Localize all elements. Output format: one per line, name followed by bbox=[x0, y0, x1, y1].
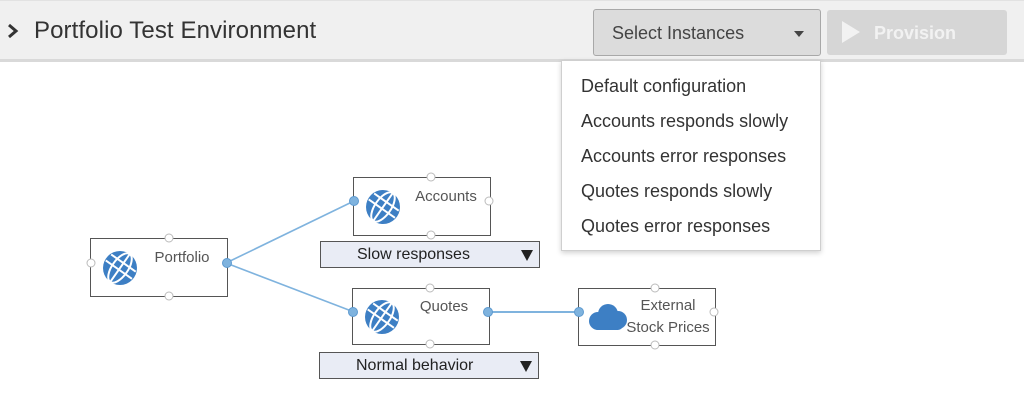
quotes-behavior-value: Normal behavior bbox=[356, 357, 474, 374]
quotes-behavior-select[interactable]: Normal behavior bbox=[319, 352, 539, 379]
instances-menu: Default configuration Accounts responds … bbox=[561, 60, 821, 251]
select-instances-label: Select Instances bbox=[612, 23, 745, 43]
node-external-stock-prices[interactable]: External Stock Prices bbox=[578, 288, 716, 346]
accounts-behavior-select[interactable]: Slow responses bbox=[320, 241, 540, 268]
globe-icon bbox=[365, 300, 399, 334]
select-instances-dropdown[interactable]: Select Instances bbox=[593, 9, 821, 56]
node-label: External Stock Prices bbox=[626, 297, 710, 336]
menu-item-accounts-error[interactable]: Accounts error responses bbox=[581, 146, 786, 167]
accounts-behavior-value: Slow responses bbox=[357, 246, 470, 263]
triangle-down-icon bbox=[520, 361, 532, 372]
triangle-down-icon bbox=[521, 250, 533, 261]
node-quotes[interactable]: Quotes bbox=[352, 288, 490, 345]
node-accounts[interactable]: Accounts bbox=[353, 177, 491, 236]
menu-item-default-configuration[interactable]: Default configuration bbox=[581, 76, 746, 97]
node-label: Accounts bbox=[415, 188, 477, 205]
provision-label: Provision bbox=[874, 23, 957, 43]
provision-button[interactable]: Provision bbox=[827, 10, 1007, 55]
chevron-right-icon[interactable] bbox=[6, 19, 20, 43]
node-portfolio[interactable]: Portfolio bbox=[90, 238, 228, 297]
caret-down-icon bbox=[794, 31, 804, 37]
node-label: Portfolio bbox=[154, 249, 210, 266]
header-bar: Portfolio Test Environment Select Instan… bbox=[0, 0, 1024, 62]
menu-item-quotes-slow[interactable]: Quotes responds slowly bbox=[581, 181, 772, 202]
menu-item-quotes-error[interactable]: Quotes error responses bbox=[581, 216, 770, 237]
page-title: Portfolio Test Environment bbox=[34, 17, 317, 44]
play-icon bbox=[842, 21, 860, 43]
node-label: Quotes bbox=[419, 298, 469, 315]
menu-item-accounts-slow[interactable]: Accounts responds slowly bbox=[581, 111, 788, 132]
globe-icon bbox=[366, 190, 400, 224]
globe-icon bbox=[103, 251, 137, 285]
